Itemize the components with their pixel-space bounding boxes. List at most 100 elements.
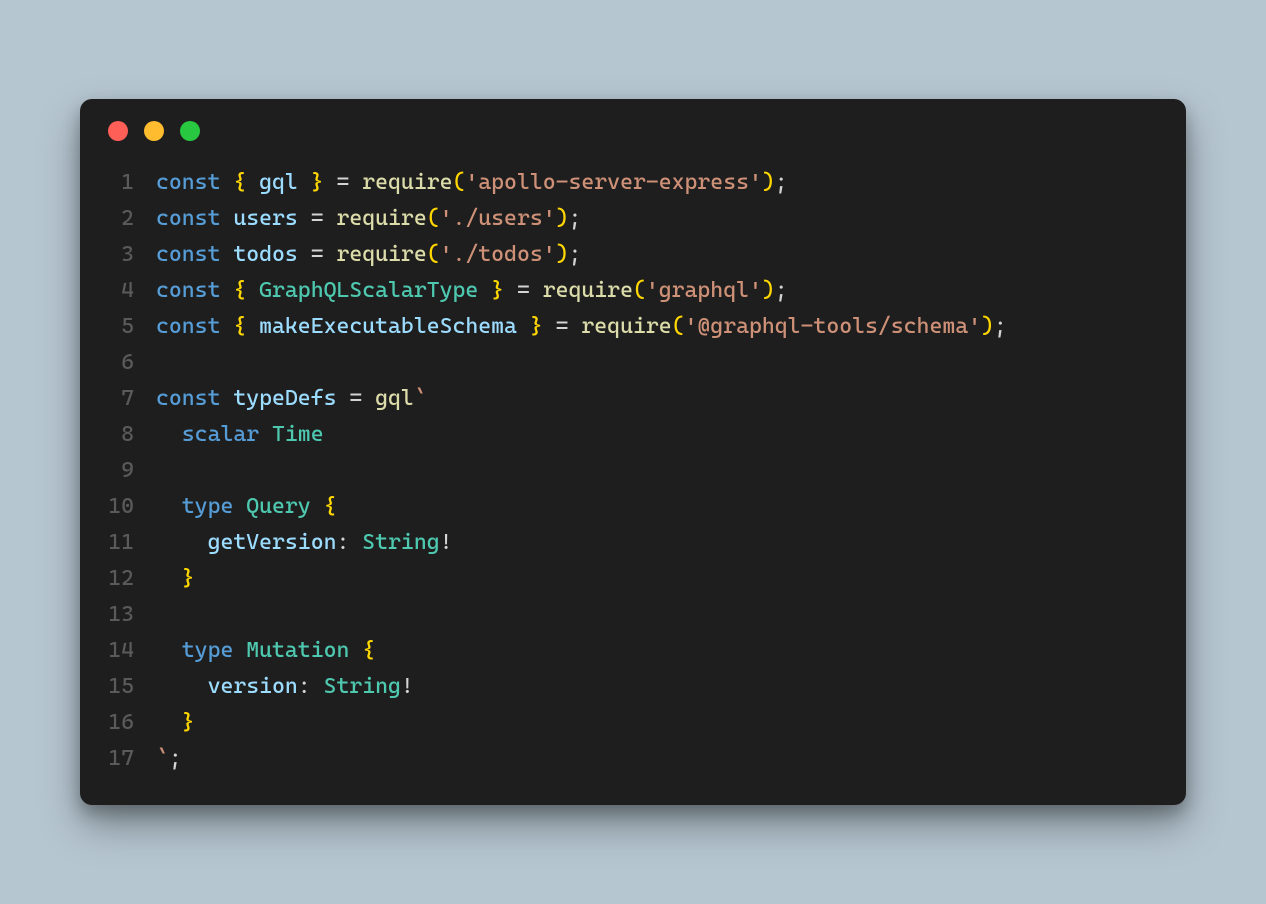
code-token: }: [182, 566, 195, 591]
code-token: require: [543, 278, 633, 303]
line-number: 6: [108, 345, 156, 381]
code-token: String: [324, 674, 401, 699]
code-content[interactable]: const todos = require('./todos');: [156, 237, 581, 273]
code-line[interactable]: 8 scalar Time: [108, 417, 1158, 453]
code-line[interactable]: 13: [108, 597, 1158, 633]
code-token: ): [556, 242, 569, 267]
code-content[interactable]: [156, 345, 169, 381]
code-line[interactable]: 11 getVersion: String!: [108, 525, 1158, 561]
code-line[interactable]: 12 }: [108, 561, 1158, 597]
code-token: 'graphql': [646, 278, 762, 303]
code-token: users: [233, 206, 297, 231]
code-token: todos: [233, 242, 297, 267]
code-line[interactable]: 10 type Query {: [108, 489, 1158, 525]
code-content[interactable]: const typeDefs = gql`: [156, 381, 427, 417]
code-token: =: [324, 170, 363, 195]
code-token: (: [427, 242, 440, 267]
code-token: const: [156, 278, 220, 303]
code-token: [220, 242, 233, 267]
code-token: ): [981, 314, 994, 339]
code-token: {: [233, 278, 246, 303]
code-token: '@graphql-tools/schema': [685, 314, 981, 339]
code-line[interactable]: 9: [108, 453, 1158, 489]
code-token: [298, 170, 311, 195]
code-token: [156, 710, 182, 735]
code-token: gql: [375, 386, 414, 411]
line-number: 12: [108, 561, 156, 597]
code-content[interactable]: }: [156, 561, 195, 597]
code-token: type: [182, 638, 234, 663]
code-line[interactable]: 3const todos = require('./todos');: [108, 237, 1158, 273]
code-line[interactable]: 6: [108, 345, 1158, 381]
code-line[interactable]: 7const typeDefs = gql`: [108, 381, 1158, 417]
code-token: }: [491, 278, 504, 303]
code-token: ): [762, 278, 775, 303]
code-content[interactable]: `;: [156, 741, 182, 777]
code-content[interactable]: [156, 453, 169, 489]
code-line[interactable]: 17`;: [108, 741, 1158, 777]
line-number: 2: [108, 201, 156, 237]
code-line[interactable]: 15 version: String!: [108, 669, 1158, 705]
line-number: 14: [108, 633, 156, 669]
code-token: [233, 638, 246, 663]
code-content[interactable]: type Mutation {: [156, 633, 375, 669]
code-content[interactable]: }: [156, 705, 195, 741]
code-token: version: [208, 674, 298, 699]
code-token: [517, 314, 530, 339]
code-token: [220, 206, 233, 231]
maximize-icon[interactable]: [180, 121, 200, 141]
code-area[interactable]: 1const { gql } = require('apollo-server-…: [80, 165, 1186, 777]
code-token: ;: [569, 242, 582, 267]
code-token: [246, 170, 259, 195]
code-token: const: [156, 242, 220, 267]
code-token: const: [156, 170, 220, 195]
code-content[interactable]: const { makeExecutableSchema } = require…: [156, 309, 1007, 345]
code-token: }: [311, 170, 324, 195]
code-token: ;: [569, 206, 582, 231]
line-number: 13: [108, 597, 156, 633]
code-token: [311, 494, 324, 519]
code-content[interactable]: const users = require('./users');: [156, 201, 581, 237]
code-token: ): [762, 170, 775, 195]
code-line[interactable]: 4const { GraphQLScalarType } = require('…: [108, 273, 1158, 309]
code-token: }: [530, 314, 543, 339]
line-number: 9: [108, 453, 156, 489]
code-token: require: [362, 170, 452, 195]
code-token: }: [182, 710, 195, 735]
code-line[interactable]: 14 type Mutation {: [108, 633, 1158, 669]
code-content[interactable]: scalar Time: [156, 417, 324, 453]
code-content[interactable]: type Query {: [156, 489, 336, 525]
code-line[interactable]: 2const users = require('./users');: [108, 201, 1158, 237]
code-token: [246, 314, 259, 339]
code-token: const: [156, 206, 220, 231]
code-token: :: [336, 530, 362, 555]
code-content[interactable]: getVersion: String!: [156, 525, 452, 561]
code-token: Query: [246, 494, 310, 519]
code-token: [478, 278, 491, 303]
line-number: 1: [108, 165, 156, 201]
code-token: String: [362, 530, 439, 555]
code-token: [349, 638, 362, 663]
code-token: ;: [994, 314, 1007, 339]
code-token: const: [156, 314, 220, 339]
code-token: {: [324, 494, 337, 519]
code-content[interactable]: version: String!: [156, 669, 414, 705]
code-content[interactable]: const { gql } = require('apollo-server-e…: [156, 165, 788, 201]
code-token: [220, 278, 233, 303]
minimize-icon[interactable]: [144, 121, 164, 141]
code-token: {: [233, 170, 246, 195]
code-content[interactable]: const { GraphQLScalarType } = require('g…: [156, 273, 788, 309]
code-token: !: [401, 674, 414, 699]
code-line[interactable]: 1const { gql } = require('apollo-server-…: [108, 165, 1158, 201]
code-line[interactable]: 5const { makeExecutableSchema } = requir…: [108, 309, 1158, 345]
code-token: =: [504, 278, 543, 303]
code-content[interactable]: [156, 597, 169, 633]
close-icon[interactable]: [108, 121, 128, 141]
code-token: './todos': [440, 242, 556, 267]
code-token: [220, 170, 233, 195]
code-token: `: [156, 746, 169, 771]
code-token: [156, 674, 208, 699]
code-token: ;: [775, 278, 788, 303]
code-token: const: [156, 386, 220, 411]
code-line[interactable]: 16 }: [108, 705, 1158, 741]
